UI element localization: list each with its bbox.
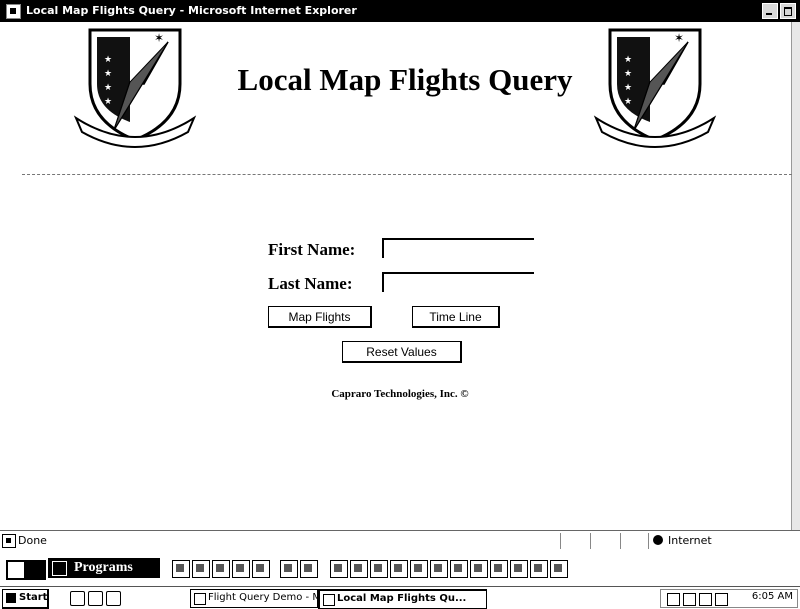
excel-icon[interactable] [192, 560, 210, 578]
time-line-button[interactable]: Time Line [412, 306, 500, 328]
find-icon[interactable] [280, 560, 298, 578]
shortcut-icon[interactable] [410, 560, 428, 578]
status-text: Done [18, 534, 47, 547]
taskbar-item-active[interactable]: Local Map Flights Qu... [318, 589, 487, 609]
security-zone: Internet [648, 533, 797, 549]
binder-icon[interactable] [252, 560, 270, 578]
shield-emblem-right-icon: ★ ★ ★ ★ ✶ [593, 28, 717, 148]
svg-text:★: ★ [624, 83, 632, 93]
reset-values-button[interactable]: Reset Values [342, 341, 462, 363]
shortcut-icon[interactable] [510, 560, 528, 578]
ie-icon [6, 4, 21, 19]
page-title: Local Map Flights Query [237, 62, 573, 97]
ie-icon [194, 593, 206, 605]
windows-logo-icon [6, 593, 16, 603]
office-bar-icon[interactable] [6, 560, 26, 580]
shortcut-icon[interactable] [370, 560, 388, 578]
shortcut-icon[interactable] [470, 560, 488, 578]
shortcut-icon[interactable] [530, 560, 548, 578]
window-titlebar[interactable]: Local Map Flights Query - Microsoft Inte… [0, 0, 800, 22]
shortcut-icon[interactable] [430, 560, 448, 578]
clock: 6:05 AM [751, 591, 793, 602]
shortcut-icon[interactable] [450, 560, 468, 578]
office-menu-icon[interactable] [26, 560, 46, 580]
shield-emblem-left-icon: ★ ★ ★ ★ ✶ [73, 28, 197, 148]
last-name-label: Last Name: [268, 274, 353, 293]
first-name-input[interactable] [382, 238, 534, 258]
zone-label: Internet [668, 534, 712, 547]
shortcut-icon[interactable] [330, 560, 348, 578]
svg-text:✶: ✶ [154, 31, 164, 45]
svg-text:★: ★ [624, 97, 632, 107]
status-divider [620, 533, 621, 549]
svg-text:★: ★ [104, 97, 112, 107]
svg-text:★: ★ [624, 69, 632, 79]
show-desktop-icon[interactable] [70, 591, 85, 606]
powerpoint-icon[interactable] [212, 560, 230, 578]
svg-text:★: ★ [104, 55, 112, 65]
window-title: Local Map Flights Query - Microsoft Inte… [26, 4, 357, 17]
tray-icon[interactable] [667, 593, 680, 606]
office-shortcut-bar: Programs [0, 552, 800, 582]
outlook-icon[interactable] [106, 591, 121, 606]
globe-icon [653, 535, 663, 545]
ie-icon [323, 594, 335, 606]
window-controls [760, 3, 796, 22]
status-divider [560, 533, 561, 549]
first-name-label: First Name: [268, 240, 356, 259]
shortcut-icon[interactable] [490, 560, 508, 578]
internet-explorer-icon[interactable] [88, 591, 103, 606]
vertical-scrollbar[interactable] [791, 22, 800, 530]
svg-text:✶: ✶ [674, 31, 684, 45]
svg-text:★: ★ [104, 83, 112, 93]
svg-text:★: ★ [104, 69, 112, 79]
status-divider [590, 533, 591, 549]
system-tray: 6:05 AM [660, 589, 798, 608]
statusbar: Done Internet [0, 530, 800, 551]
svg-text:★: ★ [624, 55, 632, 65]
volume-icon[interactable] [683, 593, 696, 606]
divider [22, 174, 792, 175]
taskbar-item[interactable]: Flight Query Demo - Micros... [190, 589, 318, 608]
taskbar: Start Flight Query Demo - Micros... Loca… [0, 586, 800, 609]
copyright-text: Capraro Technologies, Inc. © [331, 388, 469, 400]
folder-icon [52, 561, 67, 576]
minimize-button[interactable] [762, 3, 778, 19]
last-name-input[interactable] [382, 272, 534, 292]
tools-icon[interactable] [300, 560, 318, 578]
tray-icon[interactable] [699, 593, 712, 606]
programs-button[interactable]: Programs [48, 558, 160, 578]
maximize-button[interactable] [780, 3, 796, 19]
shortcut-icon[interactable] [390, 560, 408, 578]
access-icon[interactable] [232, 560, 250, 578]
start-button[interactable]: Start [2, 589, 49, 609]
internet-explorer-icon[interactable] [350, 560, 368, 578]
network-icon[interactable] [715, 593, 728, 606]
page-icon [2, 534, 16, 548]
shortcut-icon[interactable] [550, 560, 568, 578]
map-flights-button[interactable]: Map Flights [268, 306, 372, 328]
word-icon[interactable] [172, 560, 190, 578]
